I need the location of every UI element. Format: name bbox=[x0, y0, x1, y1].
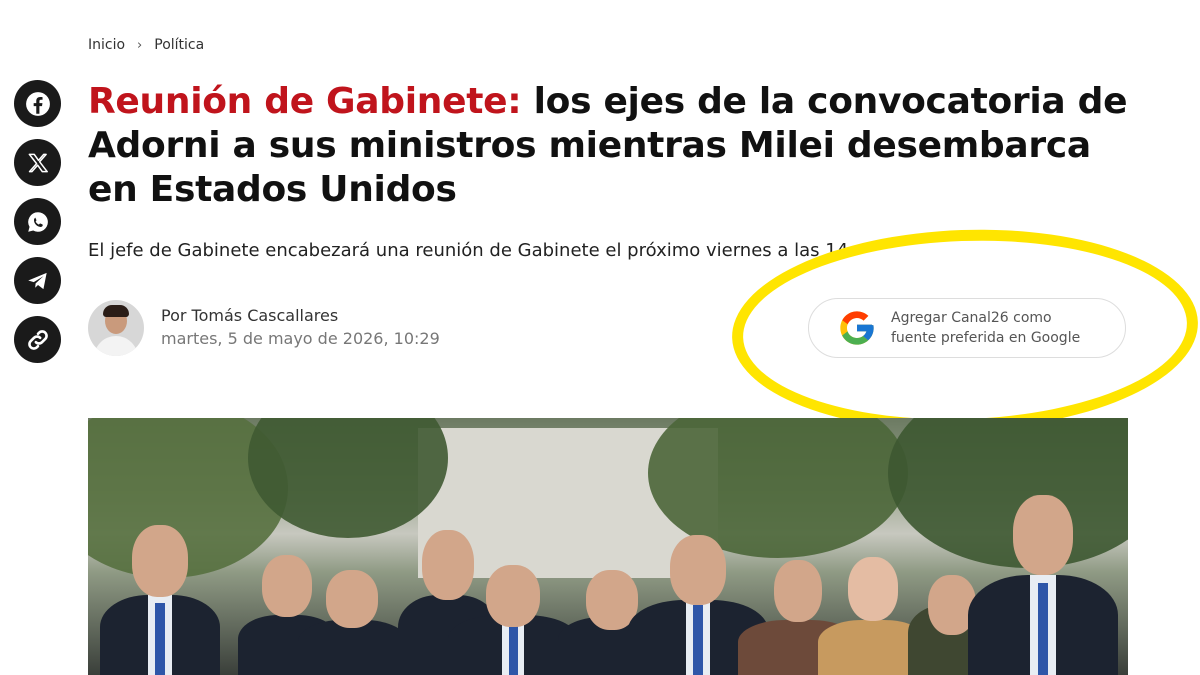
article-lead-image bbox=[88, 418, 1128, 675]
google-pref-line2: fuente preferida en Google bbox=[891, 330, 1081, 346]
x-icon bbox=[28, 153, 48, 172]
publish-date: martes, 5 de mayo de 2026, 10:29 bbox=[161, 329, 440, 348]
breadcrumb: Inicio › Política bbox=[88, 37, 204, 53]
link-icon bbox=[27, 329, 48, 350]
author-block: Por Tomás Cascallares martes, 5 de mayo … bbox=[88, 300, 440, 356]
copy-link-button[interactable] bbox=[14, 316, 61, 363]
whatsapp-share-button[interactable] bbox=[14, 198, 61, 245]
telegram-share-button[interactable] bbox=[14, 257, 61, 304]
article-title: Reunión de Gabinete: los ejes de la conv… bbox=[88, 80, 1148, 212]
breadcrumb-separator: › bbox=[137, 37, 143, 53]
article-subtitle: El jefe de Gabinete encabezará una reuni… bbox=[88, 240, 854, 261]
x-share-button[interactable] bbox=[14, 139, 61, 186]
google-pref-line1: Agregar Canal26 como bbox=[891, 310, 1052, 326]
facebook-icon bbox=[25, 91, 50, 116]
google-preferred-source-button[interactable]: Agregar Canal26 como fuente preferida en… bbox=[808, 298, 1126, 358]
facebook-share-button[interactable] bbox=[14, 80, 61, 127]
breadcrumb-home-link[interactable]: Inicio bbox=[88, 37, 125, 53]
telegram-icon bbox=[27, 272, 47, 289]
avatar[interactable] bbox=[88, 300, 144, 356]
article-title-accent: Reunión de Gabinete: bbox=[88, 81, 522, 122]
google-logo-icon bbox=[840, 311, 874, 345]
author-name[interactable]: Por Tomás Cascallares bbox=[161, 305, 440, 327]
whatsapp-icon bbox=[27, 211, 48, 232]
breadcrumb-section-link[interactable]: Política bbox=[154, 37, 204, 53]
share-bar bbox=[14, 80, 61, 363]
